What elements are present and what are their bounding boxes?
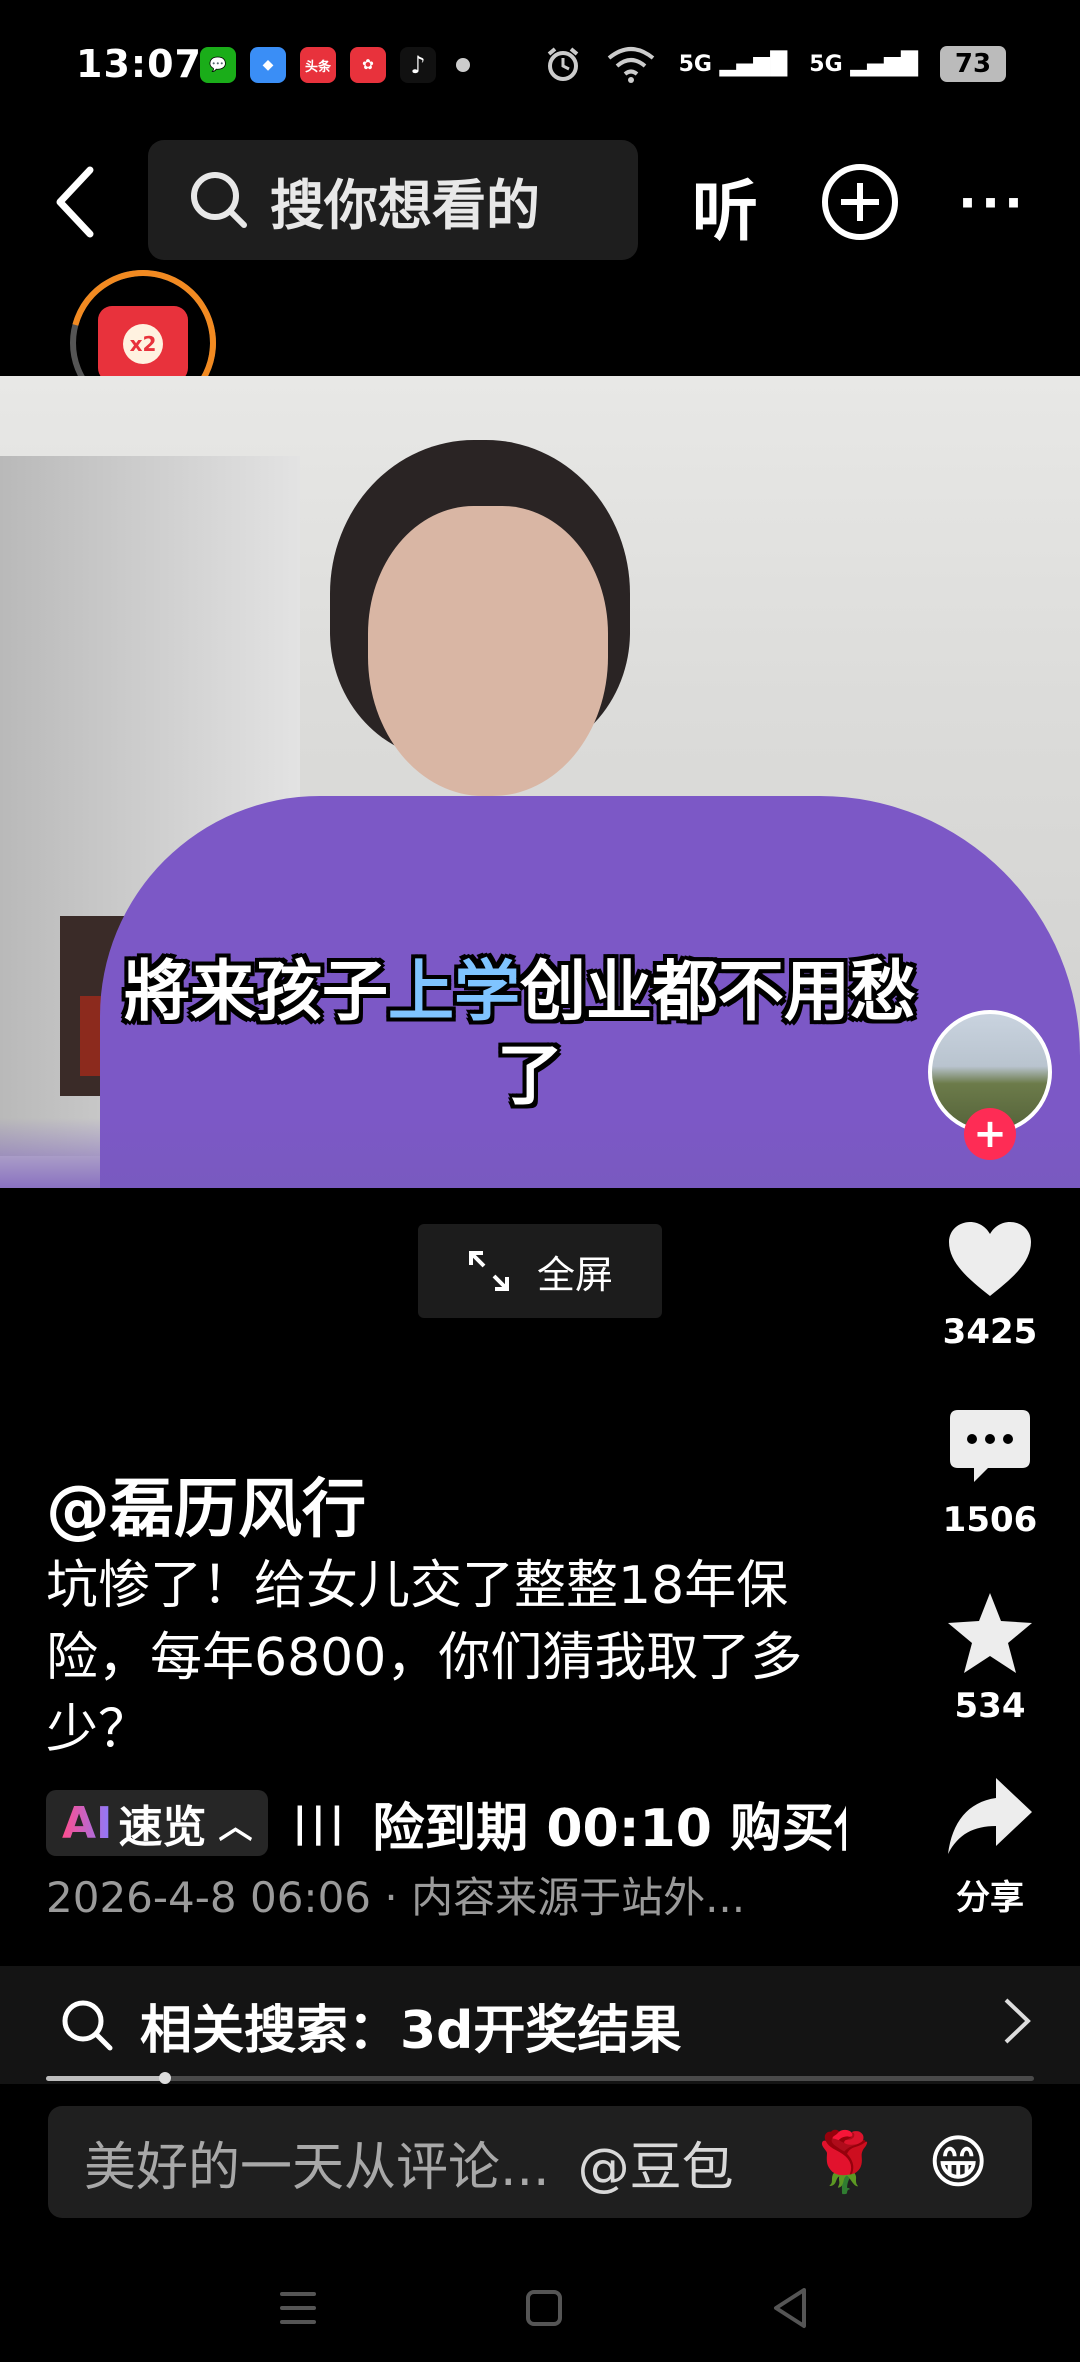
wifi-icon <box>607 47 654 83</box>
ai-summary-row[interactable]: AI 速览 ︿ ||| 险到期 00:10 购买保 <box>46 1790 846 1856</box>
ai-summary-button[interactable]: AI 速览 ︿ <box>46 1790 269 1856</box>
video-progress-knob[interactable] <box>158 2072 171 2084</box>
share-label: 分享 <box>956 1878 1024 1918</box>
comment-input[interactable]: 美好的一天从评论... @豆包 🌹 😁 <box>48 2106 1032 2218</box>
rose-emoji-button[interactable]: 🌹 <box>808 2128 880 2197</box>
back-triangle-icon[interactable] <box>770 2286 810 2330</box>
signal-5g-icon: 5G ▂▄▆█ <box>678 51 788 77</box>
subtitle-text: 创业都不用愁 <box>520 953 916 1030</box>
post-description[interactable]: 坑惨了！给女儿交了整整18年保险，每年6800，你们猜我取了多少？ <box>46 1550 866 1766</box>
browser-icon: ◆ <box>250 47 286 83</box>
chevron-up-icon: ︿ <box>218 1806 253 1847</box>
signal-5g-icon: 5G ▂▄▆█ <box>809 51 918 77</box>
reward-multiplier: x2 <box>123 324 163 364</box>
author-avatar[interactable]: + <box>928 1010 1052 1160</box>
author-name[interactable]: @磊历风行 <box>46 1458 366 1550</box>
like-count: 3425 <box>942 1312 1038 1352</box>
video-subtitle: 將来孩子上学创业都不用愁 了 <box>0 950 1080 1118</box>
share-action[interactable]: 分享 <box>930 1772 1050 1919</box>
battery-icon: 73 <box>940 46 1006 82</box>
video-person-face <box>368 506 608 796</box>
wechat-icon: 💬 <box>200 47 236 83</box>
star-icon[interactable] <box>940 1588 1040 1678</box>
status-app-icons: 💬 ◆ 头条 ✿ ♪ <box>200 47 470 83</box>
mention-doubao-button[interactable]: @豆包 <box>578 2125 734 2200</box>
ai-summary-scroll-text: 险到期 00:10 购买保 <box>372 1798 846 1857</box>
back-arrow-icon[interactable] <box>46 162 106 242</box>
grin-emoji-button[interactable]: 😁 <box>928 2128 988 2196</box>
battery-level: 73 <box>954 49 992 79</box>
status-time: 13:07 <box>76 42 202 86</box>
add-icon[interactable] <box>822 164 898 240</box>
search-icon <box>62 2000 113 2051</box>
comment-action[interactable]: 1506 <box>930 1402 1050 1540</box>
search-input[interactable]: 搜你想看的 <box>148 140 638 260</box>
post-meta: 2026-4-8 06:06 · 内容来源于站外... <box>46 1873 746 1922</box>
follow-button[interactable]: + <box>964 1108 1016 1160</box>
gift-icon: ✿ <box>350 47 386 83</box>
fullscreen-label: 全屏 <box>536 1252 613 1297</box>
video-progress-fill <box>46 2076 165 2081</box>
status-right: 5G ▂▄▆█ 5G ▂▄▆█ 73 <box>543 44 1006 84</box>
ai-summary-label: 速览 <box>118 1802 207 1853</box>
system-nav-bar <box>0 2262 1080 2362</box>
signal-label: 5G <box>809 51 843 77</box>
fullscreen-button[interactable]: 全屏 <box>418 1224 662 1318</box>
related-search-bar[interactable]: 相关搜索：3d开奖结果 <box>0 1966 1080 2084</box>
more-notifications-dot <box>456 58 470 72</box>
toutiao-icon: 头条 <box>300 47 336 83</box>
search-placeholder: 搜你想看的 <box>270 173 540 237</box>
comment-icon[interactable] <box>940 1402 1040 1492</box>
video-bottom-shade <box>0 1118 1080 1188</box>
top-nav: 搜你想看的 听 ··· <box>0 140 1080 262</box>
subtitle-line2: 了 <box>497 1037 563 1114</box>
recent-apps-icon[interactable] <box>280 2292 316 2334</box>
subtitle-highlight: 上学 <box>388 953 520 1030</box>
tiktok-icon: ♪ <box>400 47 436 83</box>
video-progress-bar[interactable] <box>46 2072 1034 2084</box>
video-player[interactable]: 將来孩子上学创业都不用愁 了 <box>0 376 1080 1188</box>
comment-placeholder: 美好的一天从评论... <box>84 2137 550 2198</box>
like-action[interactable]: 3425 <box>930 1214 1050 1352</box>
ai-badge: AI <box>62 1797 113 1849</box>
favorite-count: 534 <box>954 1686 1026 1726</box>
comment-count: 1506 <box>942 1500 1038 1540</box>
signal-label: 5G <box>678 51 712 77</box>
alarm-icon <box>547 47 578 81</box>
subtitle-text: 將来孩子 <box>124 953 388 1030</box>
red-envelope-icon: x2 <box>98 306 188 382</box>
favorite-action[interactable]: 534 <box>930 1588 1050 1726</box>
related-search-text: 相关搜索：3d开奖结果 <box>140 2000 682 2061</box>
heart-icon[interactable] <box>940 1214 1040 1304</box>
audio-bars-icon: ||| <box>292 1800 349 1846</box>
expand-icon <box>468 1251 509 1291</box>
search-icon <box>191 172 247 228</box>
status-bar: 13:07 💬 ◆ 头条 ✿ ♪ 5G ▂▄▆█ 5G ▂▄▆█ 73 <box>0 0 1080 130</box>
home-icon[interactable] <box>526 2290 562 2326</box>
more-icon[interactable]: ··· <box>958 174 1027 232</box>
share-arrow-icon[interactable] <box>940 1772 1040 1862</box>
listen-button[interactable]: 听 <box>692 158 758 254</box>
chevron-right-icon <box>1002 1996 1032 2058</box>
